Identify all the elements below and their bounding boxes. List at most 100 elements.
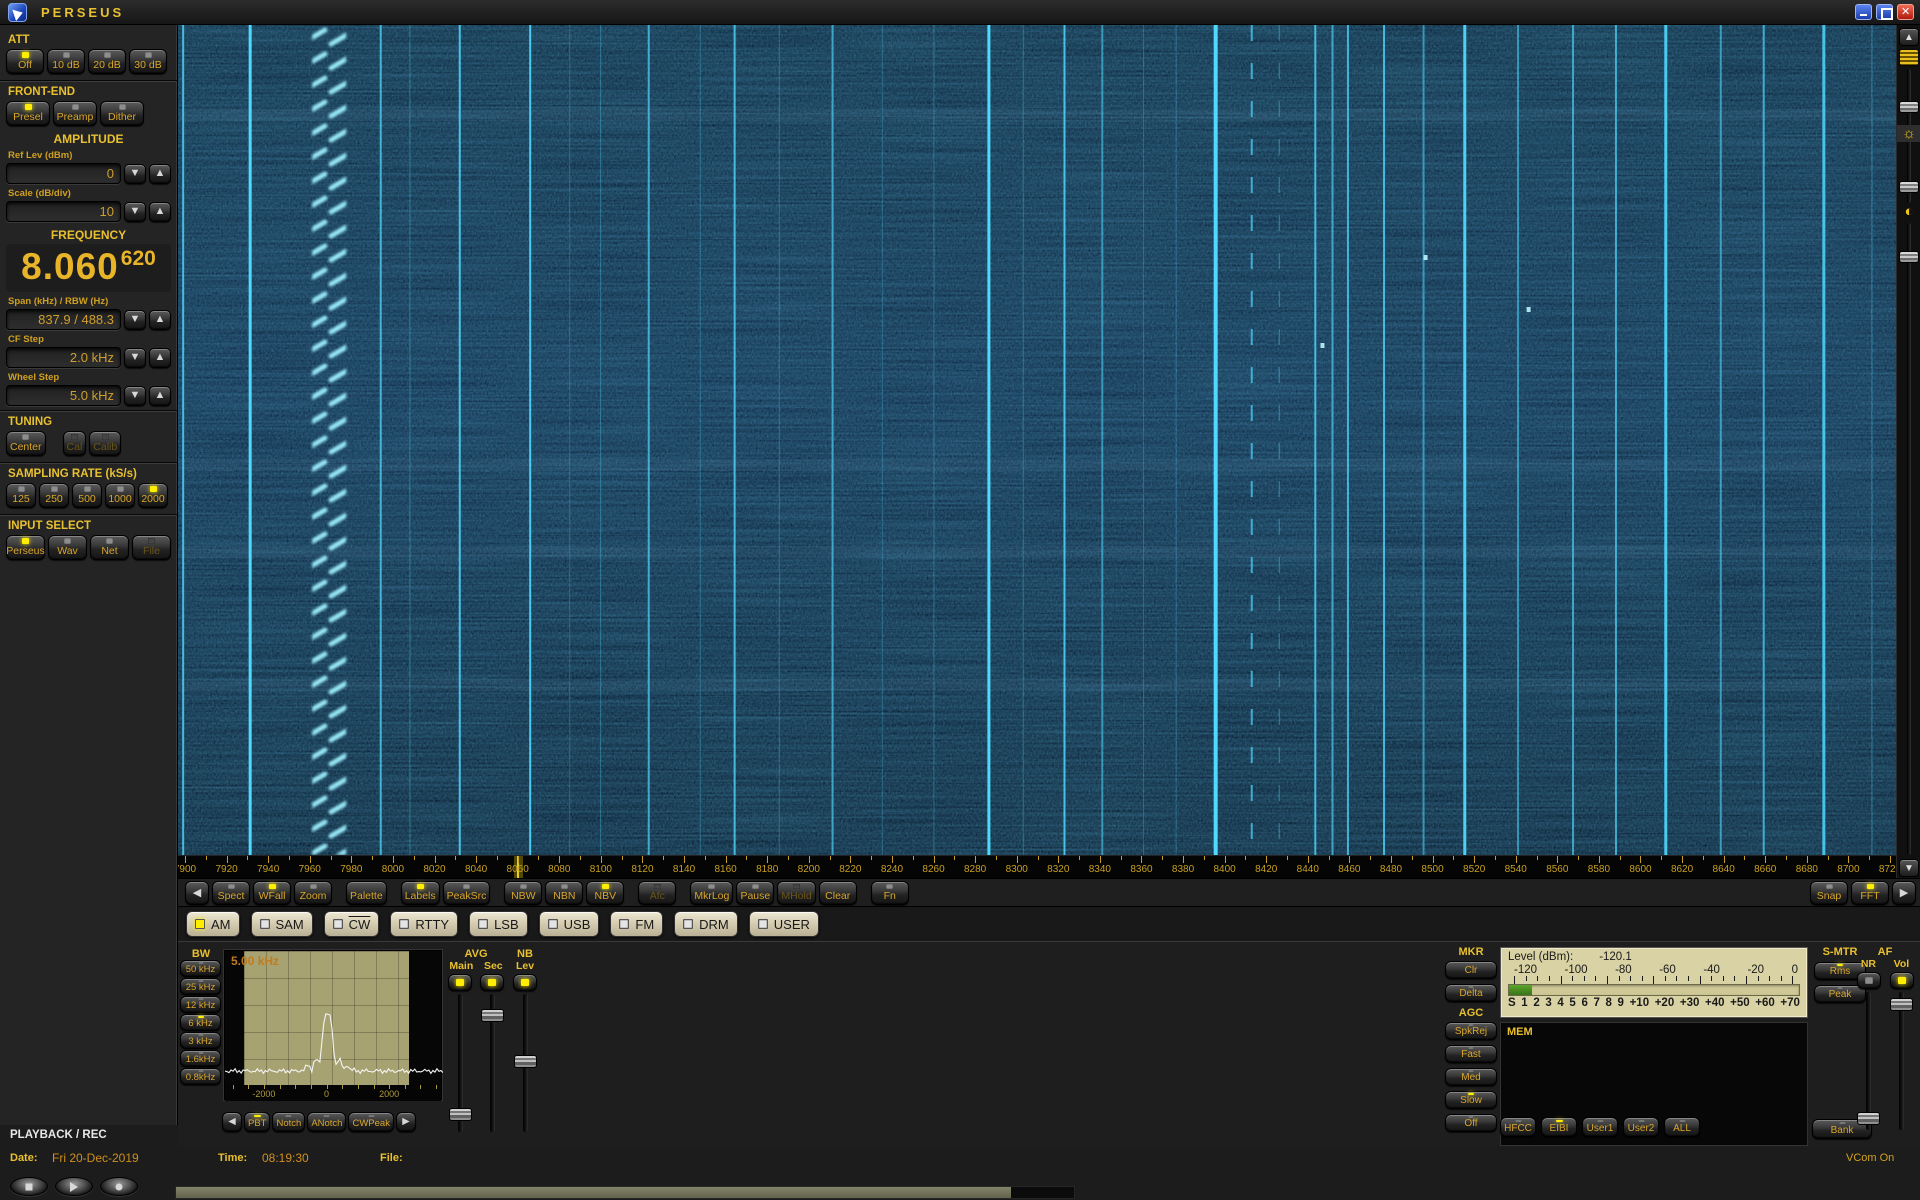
stop-button[interactable]: [10, 1177, 48, 1196]
front-end-preamp-button[interactable]: Preamp: [53, 101, 97, 126]
filter-display[interactable]: 5.00 kHz -200002000: [224, 950, 442, 1100]
bw-12-khz-button[interactable]: 12 kHz: [180, 996, 221, 1013]
palette-slider-thumb[interactable]: [1899, 101, 1919, 113]
frequency-axis[interactable]: 7900792079407960798080008020804080608080…: [178, 855, 1896, 878]
agc-med-button[interactable]: Med: [1445, 1068, 1497, 1086]
ref-lev-dbm-up-button[interactable]: ▲: [149, 164, 171, 184]
waterfall-display[interactable]: [178, 25, 1896, 855]
tb-zoom-button[interactable]: Zoom: [294, 881, 332, 905]
contrast-slider-thumb[interactable]: [1899, 251, 1919, 263]
tb-fft-button[interactable]: FFT: [1851, 881, 1889, 905]
tb-clear-button[interactable]: Clear: [819, 881, 857, 905]
tuning-calib-button[interactable]: Calib: [89, 431, 121, 456]
tb-mkrlog-button[interactable]: MkrLog: [690, 881, 733, 905]
cf-step-value[interactable]: 2.0 kHz: [6, 347, 121, 368]
att-10-db-button[interactable]: 10 dB: [47, 49, 85, 74]
palette-handle[interactable]: [1900, 50, 1918, 65]
sampling-rate-250-button[interactable]: 250: [39, 483, 69, 508]
tuning-cal-button[interactable]: Cal: [63, 431, 87, 456]
tb-spect-button[interactable]: Spect: [212, 881, 250, 905]
bw-6-khz-button[interactable]: 6 kHz: [180, 1014, 221, 1031]
nb-lev-slider-thumb[interactable]: [514, 1055, 537, 1068]
maximize-button[interactable]: [1876, 4, 1893, 20]
af-vol-slider-track[interactable]: [1899, 992, 1904, 1130]
record-button[interactable]: [100, 1177, 138, 1196]
bw-3-khz-button[interactable]: 3 kHz: [180, 1032, 221, 1049]
input-net-button[interactable]: Net: [90, 535, 129, 560]
af-nr-slider-track[interactable]: [1866, 992, 1871, 1130]
nb-lev-slider-track[interactable]: [523, 994, 528, 1132]
af-vol-toggle[interactable]: [1890, 972, 1914, 989]
wheel-step-down-button[interactable]: ▼: [124, 386, 146, 406]
avg-main-slider-thumb[interactable]: [449, 1108, 472, 1121]
span-khz-rbw-hz-value[interactable]: 837.9 / 488.3: [6, 309, 121, 330]
bw-0-8khz-button[interactable]: 0.8kHz: [180, 1068, 221, 1085]
front-end-dither-button[interactable]: Dither: [100, 101, 144, 126]
input-wav-button[interactable]: Wav: [48, 535, 87, 560]
mode-drm-button[interactable]: DRM: [674, 911, 738, 937]
tb-snap-button[interactable]: Snap: [1810, 881, 1848, 905]
bw-50-khz-button[interactable]: 50 kHz: [180, 960, 221, 977]
af-nr-slider-thumb[interactable]: [1857, 1112, 1880, 1125]
tb-nbw-button[interactable]: NBW: [504, 881, 542, 905]
mkr-clr-button[interactable]: Clr: [1445, 961, 1497, 979]
front-end-presel-button[interactable]: Presel: [6, 101, 50, 126]
scale-db-div-value[interactable]: 10: [6, 201, 121, 222]
brightness-slider-thumb[interactable]: [1899, 181, 1919, 193]
mode-am-button[interactable]: AM: [186, 911, 240, 937]
minimize-button[interactable]: [1855, 4, 1872, 20]
agc-fast-button[interactable]: Fast: [1445, 1045, 1497, 1063]
agc-slow-button[interactable]: Slow: [1445, 1091, 1497, 1109]
bw-25-khz-button[interactable]: 25 kHz: [180, 978, 221, 995]
tb-pause-button[interactable]: Pause: [736, 881, 774, 905]
mkr-delta-button[interactable]: Delta: [1445, 984, 1497, 1002]
scroll-up-button[interactable]: ▲: [1899, 28, 1919, 46]
tb-palette-button[interactable]: Palette: [346, 881, 387, 905]
input-perseus-button[interactable]: Perseus: [6, 535, 45, 560]
af-nr-toggle[interactable]: [1857, 972, 1881, 989]
avg-main-slider-track[interactable]: [458, 994, 463, 1132]
input-file-button[interactable]: File: [132, 535, 171, 560]
sampling-rate-2000-button[interactable]: 2000: [138, 483, 168, 508]
sampling-rate-500-button[interactable]: 500: [72, 483, 102, 508]
tb-afc-button[interactable]: Afc: [638, 881, 676, 905]
scale-db-div-up-button[interactable]: ▲: [149, 202, 171, 222]
frequency-readout[interactable]: 8.060620: [6, 244, 171, 292]
tuning-center-button[interactable]: Center: [6, 431, 46, 456]
tb-fn-button[interactable]: Fn: [871, 881, 909, 905]
brightness-slider-track[interactable]: [1907, 145, 1911, 203]
span-khz-rbw-hz-down-button[interactable]: ▼: [124, 310, 146, 330]
agc-spkrej-button[interactable]: SpkRej: [1445, 1022, 1497, 1040]
ref-lev-dbm-down-button[interactable]: ▼: [124, 164, 146, 184]
att-off-button[interactable]: Off: [6, 49, 44, 74]
tb-mhold-button[interactable]: MHold: [777, 881, 815, 905]
sampling-rate-1000-button[interactable]: 1000: [105, 483, 135, 508]
close-button[interactable]: [1897, 4, 1914, 20]
cf-step-down-button[interactable]: ▼: [124, 348, 146, 368]
toolbar-prev-arrow-button[interactable]: ◀: [185, 881, 209, 905]
span-khz-rbw-hz-up-button[interactable]: ▲: [149, 310, 171, 330]
scroll-down-button[interactable]: ▼: [1899, 859, 1919, 877]
nb-lev-toggle[interactable]: [513, 974, 537, 991]
mode-sam-button[interactable]: SAM: [251, 911, 313, 937]
avg-sec-toggle[interactable]: [480, 974, 504, 991]
af-vol-slider-thumb[interactable]: [1890, 998, 1913, 1011]
avg-main-toggle[interactable]: [448, 974, 472, 991]
att-30-db-button[interactable]: 30 dB: [129, 49, 167, 74]
wheel-step-value[interactable]: 5.0 kHz: [6, 385, 121, 406]
tb-wfall-button[interactable]: WFall: [253, 881, 291, 905]
tb-peaksrc-button[interactable]: PeakSrc: [443, 881, 491, 905]
playback-progress[interactable]: [175, 1186, 1075, 1199]
bw-1-6khz-button[interactable]: 1.6kHz: [180, 1050, 221, 1067]
cf-step-up-button[interactable]: ▲: [149, 348, 171, 368]
toolbar-next-arrow-button[interactable]: ▶: [1892, 881, 1916, 905]
mode-lsb-button[interactable]: LSB: [469, 911, 528, 937]
sampling-rate-125-button[interactable]: 125: [6, 483, 36, 508]
mode-usb-button[interactable]: USB: [539, 911, 600, 937]
mode-user-button[interactable]: USER: [749, 911, 819, 937]
mode-fm-button[interactable]: FM: [610, 911, 663, 937]
mode-cw-button[interactable]: CW: [324, 911, 380, 937]
mode-rtty-button[interactable]: RTTY: [390, 911, 458, 937]
wheel-step-up-button[interactable]: ▲: [149, 386, 171, 406]
tb-labels-button[interactable]: Labels: [401, 881, 440, 905]
